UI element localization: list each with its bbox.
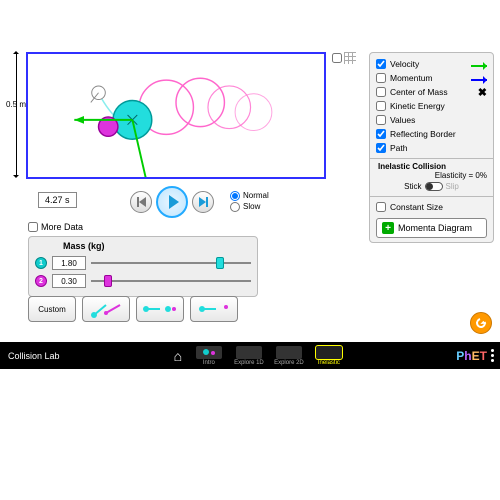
- options-panel: Velocity Momentum Center of Mass ✖ Kineti…: [369, 52, 494, 243]
- ke-checkbox[interactable]: [376, 101, 386, 111]
- velocity-checkbox[interactable]: [376, 59, 386, 69]
- preset-custom-button[interactable]: Custom: [28, 296, 76, 322]
- momentum-arrow-icon: [471, 79, 487, 81]
- y-axis-arrow: [16, 52, 17, 177]
- more-data-checkbox[interactable]: [28, 222, 38, 232]
- mass-panel: Mass (kg) 1 2: [28, 236, 258, 297]
- step-forward-button[interactable]: [192, 191, 214, 213]
- ball2-mass-input[interactable]: [52, 274, 86, 288]
- step-back-button[interactable]: [130, 191, 152, 213]
- play-button[interactable]: [156, 186, 188, 218]
- com-label: Center of Mass: [390, 87, 465, 97]
- simulation-canvas: [28, 54, 324, 177]
- speed-normal-label: Normal: [243, 191, 269, 200]
- speed-normal-radio[interactable]: [230, 191, 240, 201]
- ball2-mass-slider[interactable]: [91, 274, 251, 288]
- speed-slow-label: Slow: [243, 202, 260, 211]
- ball1-mass-slider[interactable]: [91, 256, 251, 270]
- nav-bar: Collision Lab ⌂ Intro Explore 1D Explore…: [0, 342, 500, 369]
- tab-intro[interactable]: Intro: [190, 345, 228, 367]
- values-checkbox[interactable]: [376, 115, 386, 125]
- menu-button[interactable]: [491, 349, 494, 362]
- stick-slip-toggle[interactable]: [425, 182, 443, 191]
- constant-size-checkbox[interactable]: [376, 202, 386, 212]
- momenta-diagram-button[interactable]: + Momenta Diagram: [376, 218, 487, 238]
- tab-explore2d[interactable]: Explore 2D: [270, 345, 308, 367]
- ball1-mass-input[interactable]: [52, 256, 86, 270]
- mass-heading: Mass (kg): [35, 241, 251, 251]
- more-data-label: More Data: [41, 222, 83, 232]
- preset-4-button[interactable]: [190, 296, 238, 322]
- ke-label: Kinetic Energy: [390, 101, 487, 111]
- preset-2-button[interactable]: [82, 296, 130, 322]
- home-button[interactable]: ⌂: [168, 347, 188, 365]
- inelastic-heading: Inelastic Collision: [376, 162, 487, 171]
- velocity-arrow-icon: [471, 65, 487, 67]
- values-label: Values: [390, 115, 487, 125]
- time-display: 4.27 s: [38, 192, 77, 208]
- border-label: Reflecting Border: [390, 129, 487, 139]
- stick-label: Stick: [404, 182, 421, 191]
- com-checkbox[interactable]: [376, 87, 386, 97]
- elasticity-value: Elasticity = 0%: [376, 171, 487, 180]
- tab-explore1d[interactable]: Explore 1D: [230, 345, 268, 367]
- momenta-diagram-label: Momenta Diagram: [398, 223, 472, 233]
- velocity-label: Velocity: [390, 59, 465, 69]
- app-title: Collision Lab: [0, 351, 60, 361]
- momentum-label: Momentum: [390, 73, 465, 83]
- grid-icon: [344, 52, 356, 64]
- slip-label: Slip: [446, 182, 459, 191]
- simulation-area[interactable]: [26, 52, 326, 179]
- border-checkbox[interactable]: [376, 129, 386, 139]
- tab-inelastic[interactable]: Inelastic: [310, 345, 348, 367]
- path-label: Path: [390, 143, 487, 153]
- phet-logo[interactable]: PhET: [456, 349, 487, 363]
- ball2-icon: 2: [35, 275, 47, 287]
- ball1-icon: 1: [35, 257, 47, 269]
- plus-icon: +: [382, 222, 394, 234]
- reset-icon: [474, 316, 488, 330]
- constant-size-label: Constant Size: [390, 202, 487, 212]
- momentum-checkbox[interactable]: [376, 73, 386, 83]
- play-icon: [169, 195, 179, 209]
- reset-all-button[interactable]: [470, 312, 492, 334]
- speed-slow-radio[interactable]: [230, 202, 240, 212]
- preset-3-button[interactable]: [136, 296, 184, 322]
- grid-checkbox[interactable]: [332, 53, 342, 63]
- com-x-icon: ✖: [469, 86, 487, 99]
- path-checkbox[interactable]: [376, 143, 386, 153]
